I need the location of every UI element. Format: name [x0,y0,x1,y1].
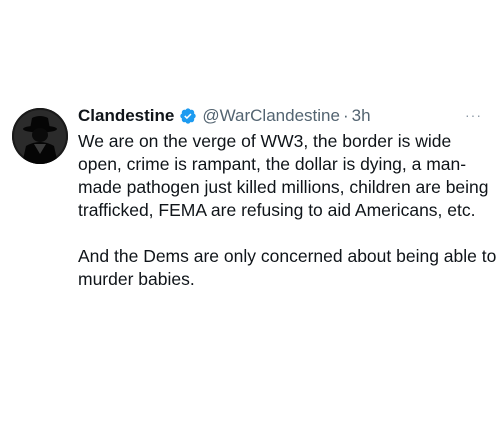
timestamp[interactable]: 3h [352,104,371,128]
more-options-icon[interactable]: ··· [465,108,482,122]
tweet-header: Clandestine @WarClandestine · 3h [78,104,488,128]
verified-badge-icon [179,107,197,125]
tweet-text-paragraph-1: We are on the verge of WW3, the border i… [78,131,494,220]
silhouette-hat-icon [12,108,68,164]
user-handle[interactable]: @WarClandestine [202,104,340,128]
avatar[interactable] [12,108,68,164]
separator-dot: · [342,106,349,125]
tweet-content: Clandestine @WarClandestine · 3h ··· We … [78,104,496,291]
tweet-text-paragraph-2: And the Dems are only concerned about be… [78,246,497,289]
display-name[interactable]: Clandestine [78,104,174,128]
